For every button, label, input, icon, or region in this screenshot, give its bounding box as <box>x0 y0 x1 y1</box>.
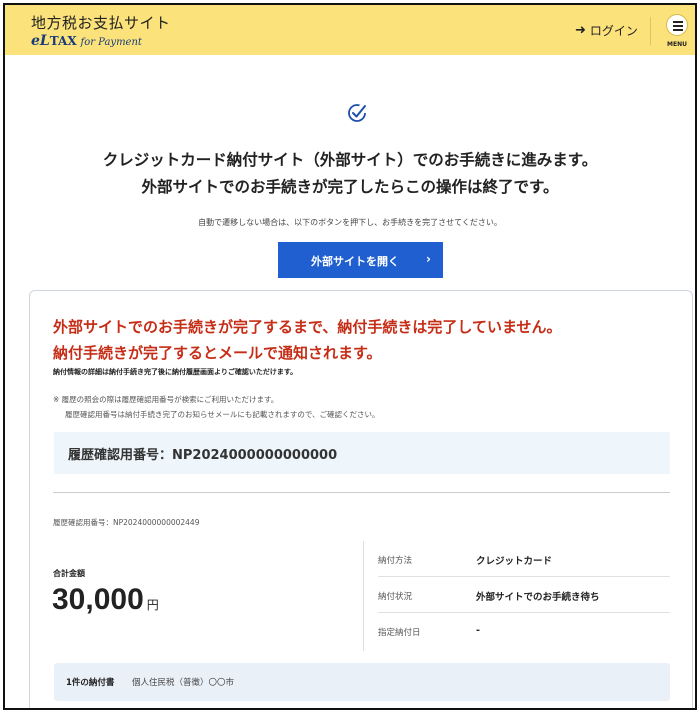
hamburger-icon <box>666 14 688 36</box>
warning-text-line1: 外部サイトでのお手続きが完了するまで、納付手続きは完了していません。 <box>53 318 562 336</box>
menu-label: MENU <box>667 41 687 48</box>
detail-note: 納付情報の詳細は納付手続き完了後に納付履歴画面よりご確認いただけます。 <box>53 368 298 376</box>
page-frame: 地方税お支払サイト eLTAX for Payment ➜ ログイン MENU … <box>3 3 697 710</box>
login-icon: ➜ <box>575 23 586 38</box>
header-divider <box>650 17 651 45</box>
chevron-right-icon: › <box>426 252 431 266</box>
total-amount-label: 合計金額 <box>53 569 85 578</box>
logo-for-payment: for Payment <box>80 37 142 48</box>
open-button-label: 外部サイトを開く <box>311 255 399 268</box>
confirmation-number-box: 履歴確認用番号：NP2024000000000000 <box>54 432 670 474</box>
info-row-payment-status: 納付状況 外部サイトでのお手続き待ち <box>378 577 670 613</box>
info-value: 外部サイトでのお手続き待ち <box>476 592 600 603</box>
info-label: 納付状況 <box>378 592 413 602</box>
check-icon <box>348 104 366 122</box>
bill-detail: 個人住民税（普徴）〇〇市 <box>132 678 235 688</box>
info-row-designated-date: 指定納付日 - <box>378 613 670 649</box>
info-label: 指定納付日 <box>378 628 421 638</box>
total-amount-value: 30,000 <box>52 583 144 616</box>
payment-info-card: 外部サイトでのお手続きが完了するまで、納付手続きは完了していません。 納付手続き… <box>29 290 693 708</box>
divider <box>53 492 670 493</box>
login-link[interactable]: ➜ ログイン <box>575 22 638 39</box>
open-external-site-button[interactable]: 外部サイトを開く › <box>278 242 443 278</box>
bill-summary: 1件の納付書 個人住民税（普徴）〇〇市 <box>54 663 670 701</box>
history-notes: ※ 履歴の照会の際は履歴確認用番号が検索にご利用いただけます。 履歴確認用番号は… <box>53 392 380 422</box>
bill-count: 1件の納付書 <box>66 678 115 688</box>
confirmation-number-small: 履歴確認用番号：NP2024000000002449 <box>53 518 200 527</box>
vertical-divider <box>363 541 364 651</box>
site-header: 地方税お支払サイト eLTAX for Payment ➜ ログイン MENU <box>5 5 695 55</box>
info-value: クレジットカード <box>476 556 553 567</box>
total-amount-unit: 円 <box>146 598 159 612</box>
history-note-line1: ※ 履歴の照会の際は履歴確認用番号が検索にご利用いただけます。 <box>53 395 279 404</box>
login-label: ログイン <box>589 24 638 38</box>
logo-el: eL <box>31 33 50 49</box>
history-note-line2: 履歴確認用番号は納付手続き完了のお知らせメールにも記載されますので、ご確認くださ… <box>65 410 380 419</box>
eltax-logo[interactable]: eLTAX for Payment <box>31 33 142 49</box>
lead-text-line1: クレジットカード納付サイト（外部サイト）でのお手続きに進みます。 <box>102 151 598 169</box>
logo-tax: TAX <box>49 34 77 48</box>
confirmation-number-large: 履歴確認用番号：NP2024000000000000 <box>68 448 338 463</box>
total-amount: 30,000 円 <box>52 583 159 617</box>
menu-button[interactable]: MENU <box>662 14 692 52</box>
info-row-payment-method: 納付方法 クレジットカード <box>378 541 670 577</box>
info-label: 納付方法 <box>378 556 413 566</box>
lead-text-line2: 外部サイトでのお手続きが完了したらこの操作は終了です。 <box>141 178 559 196</box>
warning-text-line2: 納付手続きが完了するとメールで通知されます。 <box>53 344 382 362</box>
info-value: - <box>476 625 480 636</box>
redirect-note: 自動で遷移しない場合は、以下のボタンを押下し、お手続きを完了させてください。 <box>198 218 502 227</box>
site-title[interactable]: 地方税お支払サイト <box>31 12 171 33</box>
